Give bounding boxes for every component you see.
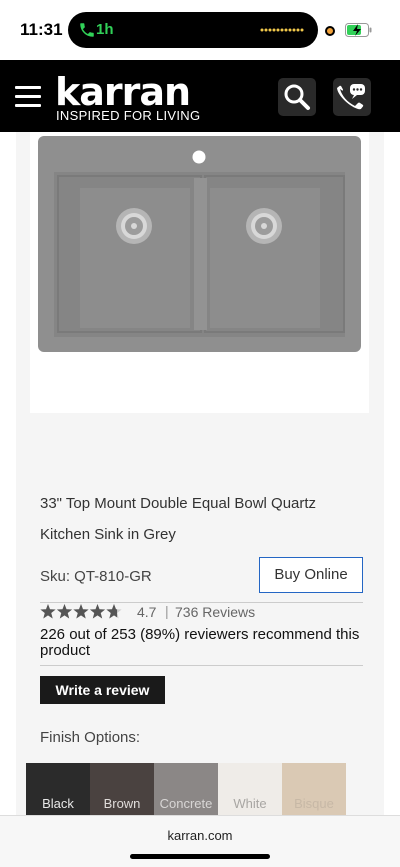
sink-illustration xyxy=(38,136,361,352)
write-review-button[interactable]: Write a review xyxy=(40,676,165,704)
recording-indicator-icon xyxy=(325,26,335,36)
divider xyxy=(40,602,363,603)
menu-icon[interactable] xyxy=(15,86,43,108)
product-title: 33" Top Mount Double Equal Bowl Quartz K… xyxy=(40,495,317,543)
finish-swatch-label: Black xyxy=(42,796,74,811)
finish-swatch-label: Brown xyxy=(103,796,141,811)
contact-chat-icon xyxy=(337,84,365,110)
finish-swatch-bisque[interactable]: Bisque xyxy=(282,763,346,822)
status-bar: 11:31 1h xyxy=(0,0,400,60)
review-count-link[interactable]: 736 Reviews xyxy=(175,604,255,620)
search-button[interactable] xyxy=(278,78,316,116)
right-drain xyxy=(246,208,282,244)
left-drain xyxy=(116,208,152,244)
call-duration: 1h xyxy=(96,21,114,38)
buy-online-button[interactable]: Buy Online xyxy=(259,557,363,593)
finish-swatch-brown[interactable]: Brown xyxy=(90,763,154,822)
star-rating-icon[interactable] xyxy=(40,604,122,620)
audio-waveform-icon xyxy=(260,28,304,32)
active-call-pill[interactable]: 1h xyxy=(68,12,318,48)
star-filled xyxy=(73,604,89,619)
finish-swatch-label: Concrete xyxy=(159,796,213,811)
finish-swatch-label: White xyxy=(233,796,267,811)
brand-logo[interactable]: karran xyxy=(55,72,191,112)
product-sku: Sku: QT-810-GR xyxy=(40,568,152,585)
rating-value: 4.7 xyxy=(137,604,157,620)
battery-charging-icon xyxy=(345,23,372,37)
home-indicator[interactable] xyxy=(130,854,270,859)
finish-swatch-label: Bisque xyxy=(294,796,334,811)
star-filled xyxy=(56,604,73,619)
brand-tagline: INSPIRED FOR LIVING xyxy=(56,108,201,123)
contact-button[interactable] xyxy=(333,78,371,116)
finish-swatches: Black Brown Concrete White Bisque xyxy=(26,763,348,822)
rating-separator: | xyxy=(165,603,169,619)
recommend-summary: 226 out of 253 (89%) reviewers recommend… xyxy=(40,626,360,659)
divider xyxy=(40,665,363,666)
site-header: karran INSPIRED FOR LIVING xyxy=(0,60,400,132)
phone-icon xyxy=(80,23,94,37)
product-panel: 33" Top Mount Double Equal Bowl Quartz K… xyxy=(16,132,384,822)
url-text[interactable]: karran.com xyxy=(0,828,400,843)
browser-address-bar: karran.com xyxy=(0,815,400,867)
star-filled xyxy=(40,604,56,619)
star-filled xyxy=(89,604,106,619)
finish-swatch-black[interactable]: Black xyxy=(26,763,90,822)
status-time: 11:31 xyxy=(20,20,63,39)
finish-swatch-white[interactable]: White xyxy=(218,763,282,822)
finish-options-label: Finish Options: xyxy=(40,729,141,746)
finish-swatch-concrete[interactable]: Concrete xyxy=(154,763,218,822)
search-icon xyxy=(284,84,310,110)
product-image[interactable] xyxy=(30,132,369,413)
